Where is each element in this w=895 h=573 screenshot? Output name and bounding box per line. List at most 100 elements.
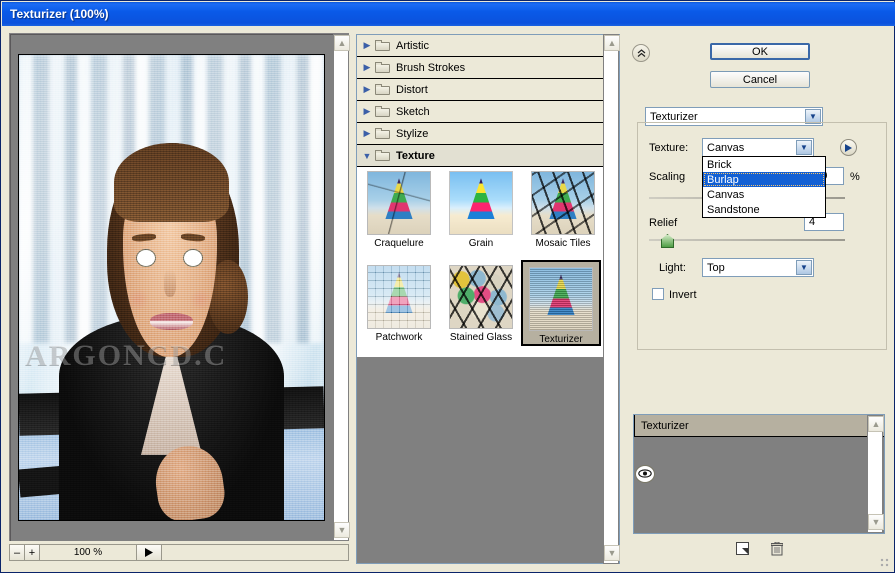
eye-icon — [638, 469, 652, 479]
relief-slider-track — [649, 239, 845, 241]
folder-icon — [375, 61, 391, 74]
zoom-level-display[interactable]: 100 % — [39, 544, 137, 561]
right-arrow-circle-icon — [845, 143, 852, 152]
relief-slider-thumb[interactable] — [661, 234, 674, 248]
relief-label: Relief — [649, 217, 678, 229]
preview-vertical-scrollbar[interactable]: ▲ ▼ — [333, 34, 350, 541]
load-texture-button[interactable] — [840, 139, 857, 156]
texture-combo[interactable]: Canvas ▼ — [702, 138, 814, 157]
preview-pane: ARGONCD.C — [9, 33, 349, 541]
texture-option-brick[interactable]: Brick — [703, 157, 825, 172]
preview-scroll-down-button[interactable]: ▼ — [334, 522, 350, 538]
preview-image: ARGONCD.C — [18, 54, 325, 521]
photo-nose — [163, 268, 177, 297]
chevron-right-icon: ▶ — [363, 106, 371, 116]
window-titlebar: Texturizer (100%) — [2, 2, 895, 26]
filter-browser-empty-area — [357, 357, 603, 563]
category-row-artistic[interactable]: ▶ Artistic — [357, 35, 603, 57]
preview-scroll-up-button[interactable]: ▲ — [334, 35, 350, 51]
layer-row-texturizer[interactable]: Texturizer — [634, 415, 884, 483]
category-row-brush-strokes[interactable]: ▶ Brush Strokes — [357, 57, 603, 79]
cancel-button[interactable]: Cancel — [710, 71, 810, 88]
filter-item-texturizer[interactable]: Texturizer — [521, 260, 601, 346]
new-effect-layer-icon — [735, 542, 749, 555]
filter-label: Patchwork — [375, 332, 423, 343]
category-label: Texture — [396, 149, 435, 162]
relief-slider[interactable] — [649, 234, 845, 248]
browser-scroll-down-button[interactable]: ▼ — [604, 545, 620, 561]
ok-button[interactable]: OK — [710, 43, 810, 60]
folder-open-icon — [375, 149, 391, 162]
filter-thumbnail — [529, 267, 593, 331]
texture-option-canvas[interactable]: Canvas — [703, 187, 825, 202]
filter-item-mosaic-tiles[interactable]: Mosaic Tiles — [523, 171, 603, 249]
layers-toolbar — [633, 539, 885, 561]
folder-icon — [375, 83, 391, 96]
play-icon — [145, 548, 153, 557]
filter-item-patchwork[interactable]: Patchwork — [359, 265, 439, 343]
zoom-out-button[interactable]: – — [9, 544, 25, 561]
light-label: Light: — [659, 262, 686, 274]
layer-visibility-toggle[interactable] — [635, 464, 655, 483]
filter-combo-value: Texturizer — [650, 110, 698, 123]
filter-thumbnail-grid: Craquelure Grain Mosaic Tiles Patchwork — [357, 167, 603, 357]
category-label: Stylize — [396, 127, 429, 140]
filter-item-grain[interactable]: Grain — [441, 171, 521, 249]
filter-label: Mosaic Tiles — [535, 238, 591, 249]
scaling-label: Scaling — [649, 171, 686, 183]
texture-dropdown-list[interactable]: Brick Burlap Canvas Sandstone — [702, 156, 826, 218]
new-effect-layer-button[interactable] — [735, 542, 749, 558]
collapse-panel-button[interactable] — [632, 44, 650, 62]
texture-combo-value: Canvas — [707, 141, 745, 154]
category-row-texture[interactable]: ▼ Texture — [357, 145, 603, 167]
filter-label: Stained Glass — [449, 332, 513, 343]
layer-name-label: Texturizer — [634, 415, 884, 436]
layers-scrollbar[interactable]: ▲ ▼ — [867, 415, 884, 533]
category-label: Artistic — [396, 39, 429, 52]
filter-item-craquelure[interactable]: Craquelure — [359, 171, 439, 249]
category-row-sketch[interactable]: ▶ Sketch — [357, 101, 603, 123]
filter-browser: ▶ Artistic ▶ Brush Strokes ▶ Distort ▶ S… — [356, 34, 620, 564]
filter-thumbnail — [449, 265, 513, 329]
preview-photo: ARGONCD.C — [19, 55, 324, 520]
folder-icon — [375, 105, 391, 118]
filter-thumbnail — [367, 171, 431, 235]
light-combo[interactable]: Top ▼ — [702, 258, 814, 277]
chevron-right-icon: ▶ — [363, 128, 371, 138]
filter-thumbnail — [367, 265, 431, 329]
category-label: Sketch — [396, 105, 430, 118]
photo-eye-right — [183, 248, 204, 267]
chevron-right-icon: ▶ — [363, 84, 371, 94]
texture-option-sandstone[interactable]: Sandstone — [703, 202, 825, 217]
category-label: Distort — [396, 83, 428, 96]
zoom-in-button[interactable]: + — [24, 544, 40, 561]
filter-category-list: ▶ Artistic ▶ Brush Strokes ▶ Distort ▶ S… — [357, 35, 603, 167]
filter-label: Grain — [468, 238, 494, 249]
category-row-distort[interactable]: ▶ Distort — [357, 79, 603, 101]
filter-item-stained-glass[interactable]: Stained Glass — [441, 265, 521, 343]
preview-play-button[interactable] — [136, 544, 162, 561]
invert-checkbox[interactable] — [652, 288, 664, 300]
invert-label: Invert — [669, 289, 697, 301]
browser-scroll-up-button[interactable]: ▲ — [604, 35, 620, 51]
scaling-unit-label: % — [850, 171, 860, 183]
chevron-down-icon[interactable]: ▼ — [796, 140, 812, 155]
filter-browser-scrollbar[interactable]: ▲ ▼ — [603, 34, 620, 564]
photo-cheek-right — [189, 287, 212, 311]
layers-scroll-down-button[interactable]: ▼ — [868, 514, 884, 530]
layers-scroll-up-button[interactable]: ▲ — [868, 416, 884, 432]
chevron-right-icon: ▶ — [363, 62, 371, 72]
photo-mouth — [150, 313, 193, 330]
chevron-down-icon: ▼ — [362, 150, 372, 161]
category-row-stylize[interactable]: ▶ Stylize — [357, 123, 603, 145]
texture-option-burlap[interactable]: Burlap — [703, 172, 825, 187]
delete-layer-button[interactable] — [770, 541, 783, 559]
light-combo-value: Top — [707, 261, 725, 274]
texture-label: Texture: — [649, 142, 689, 154]
texturizer-dialog: Texturizer (100%) ARGONCD.C ▲ ▼ – + 100 … — [0, 0, 895, 573]
filter-label: Texturizer — [539, 334, 583, 345]
photo-cheek-left — [127, 287, 149, 311]
dialog-resize-grip[interactable] — [879, 557, 893, 571]
chevron-down-icon[interactable]: ▼ — [796, 260, 812, 275]
chevron-double-up-icon — [637, 48, 645, 57]
